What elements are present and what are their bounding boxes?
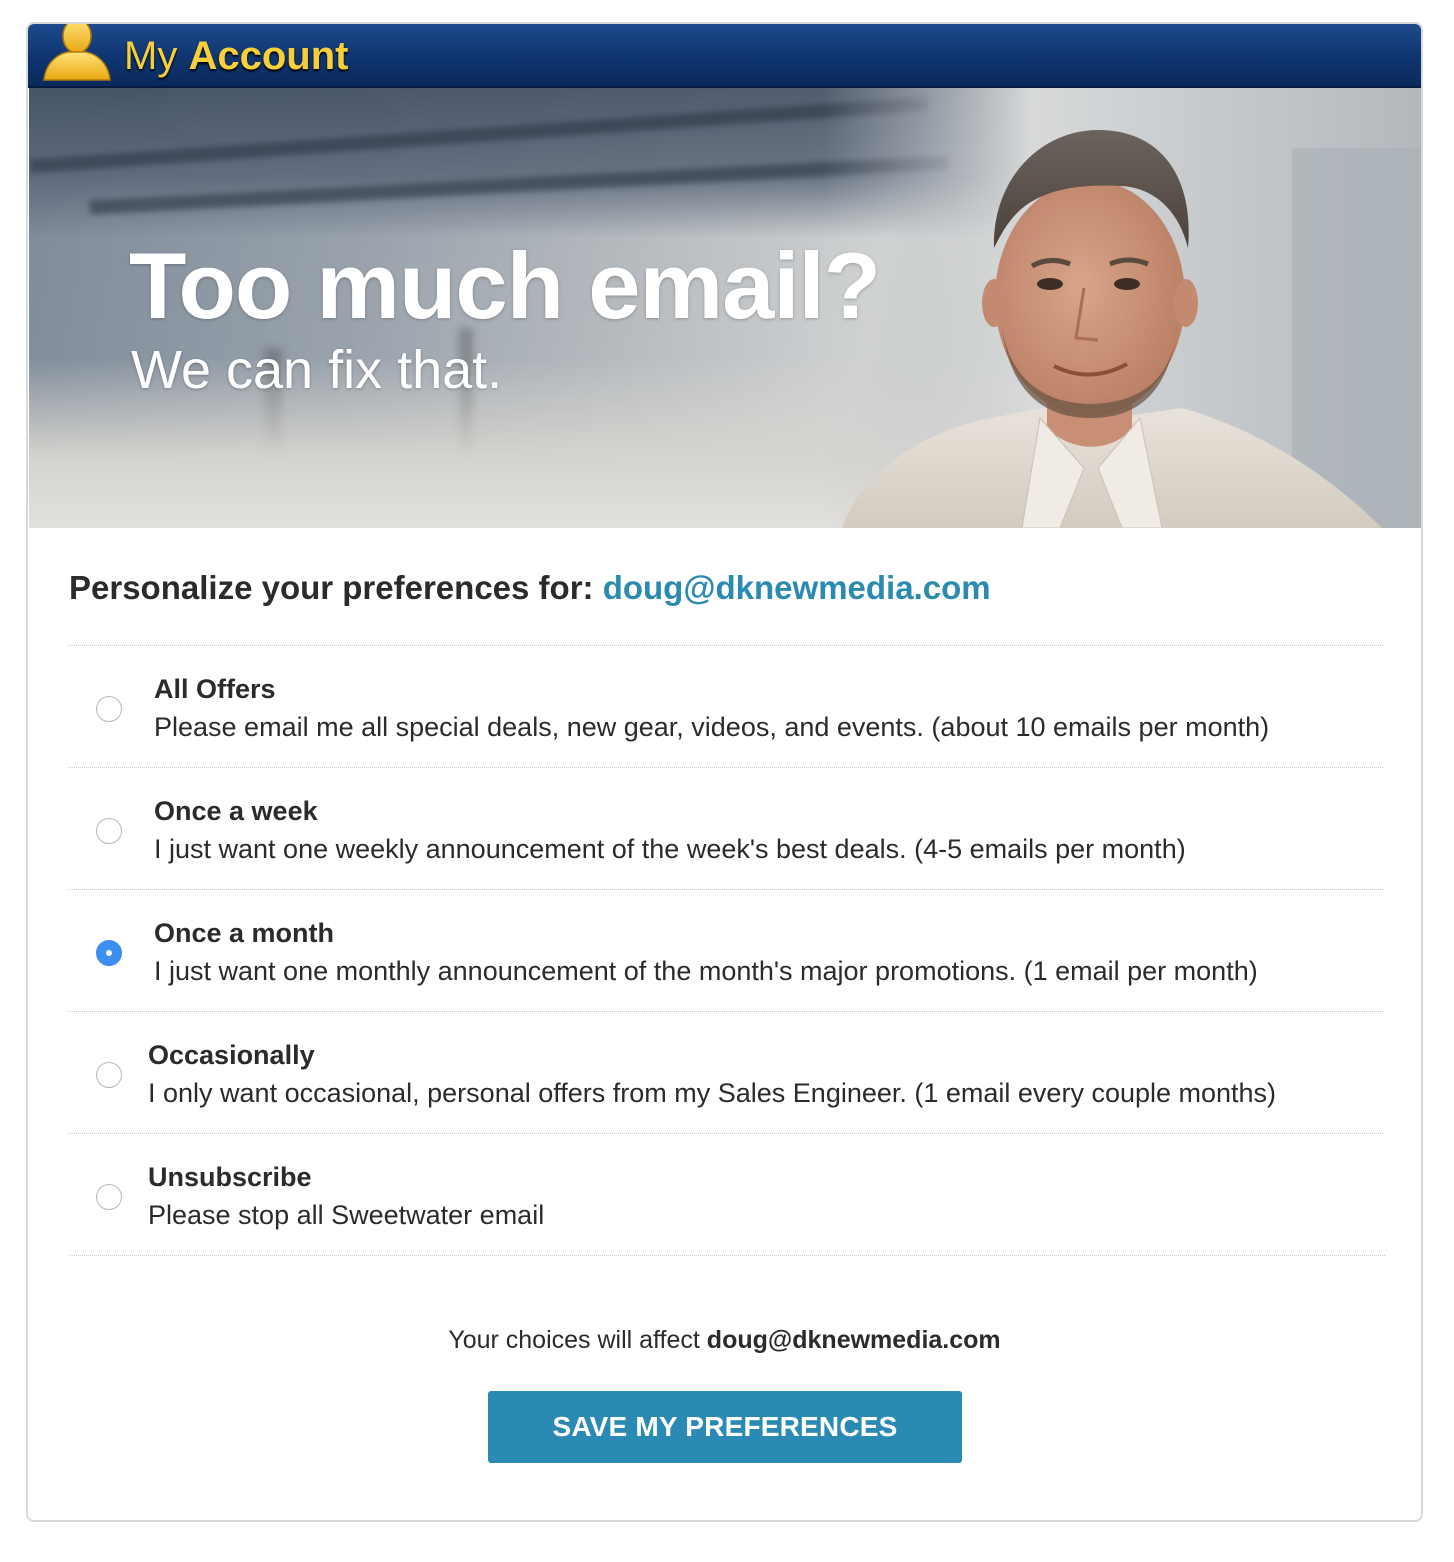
option-description: Please email me all special deals, new g… bbox=[154, 712, 1270, 742]
preferences-email: doug@dknewmedia.com bbox=[602, 569, 991, 606]
affect-notice: Your choices will affect doug@dknewmedia… bbox=[28, 1326, 1421, 1355]
affect-text: Your choices will affect bbox=[448, 1326, 700, 1354]
radio-once-a-month[interactable] bbox=[96, 940, 122, 966]
preferences-heading: Personalize your preferences for: doug@d… bbox=[69, 569, 991, 607]
radio-unsubscribe[interactable] bbox=[96, 1184, 122, 1210]
option-once-a-month[interactable]: Once a month I just want one monthly ann… bbox=[68, 890, 1383, 1011]
radio-all-offers[interactable] bbox=[96, 696, 122, 722]
option-unsubscribe[interactable]: Unsubscribe Please stop all Sweetwater e… bbox=[68, 1134, 1383, 1255]
option-description: Please stop all Sweetwater email bbox=[148, 1200, 545, 1230]
hero-portrait-image bbox=[822, 88, 1421, 528]
option-title: Once a week bbox=[154, 796, 318, 826]
affect-email: doug@dknewmedia.com bbox=[706, 1326, 1001, 1354]
user-silhouette-icon bbox=[43, 24, 111, 81]
title-bar: My Account bbox=[28, 24, 1421, 88]
option-description: I just want one weekly announcement of t… bbox=[154, 834, 1186, 864]
option-description: I just want one monthly announcement of … bbox=[154, 956, 1258, 986]
option-description: I only want occasional, personal offers … bbox=[148, 1078, 1277, 1108]
radio-once-a-week[interactable] bbox=[96, 818, 122, 844]
hero-banner: Too much email? We can fix that. bbox=[29, 88, 1421, 528]
option-title: All Offers bbox=[154, 674, 276, 704]
radio-occasionally[interactable] bbox=[96, 1062, 122, 1088]
account-card: My Account Too much email? We can fix th… bbox=[26, 22, 1423, 1522]
page-title-bold: Account bbox=[188, 34, 349, 78]
option-once-a-week[interactable]: Once a week I just want one weekly annou… bbox=[68, 768, 1383, 889]
option-title: Occasionally bbox=[148, 1040, 315, 1070]
save-preferences-button[interactable]: SAVE MY PREFERENCES bbox=[488, 1391, 962, 1463]
option-title: Once a month bbox=[154, 918, 335, 948]
option-occasionally[interactable]: Occasionally I only want occasional, per… bbox=[68, 1012, 1383, 1133]
page-title: My Account bbox=[124, 30, 348, 82]
page-title-light: My bbox=[124, 34, 178, 78]
preferences-heading-label: Personalize your preferences for: bbox=[69, 569, 594, 606]
hero-headline: Too much email? bbox=[129, 233, 881, 338]
divider bbox=[70, 1255, 1385, 1256]
option-title: Unsubscribe bbox=[148, 1162, 312, 1192]
option-all-offers[interactable]: All Offers Please email me all special d… bbox=[68, 646, 1383, 767]
hero-subheadline: We can fix that. bbox=[131, 340, 503, 400]
